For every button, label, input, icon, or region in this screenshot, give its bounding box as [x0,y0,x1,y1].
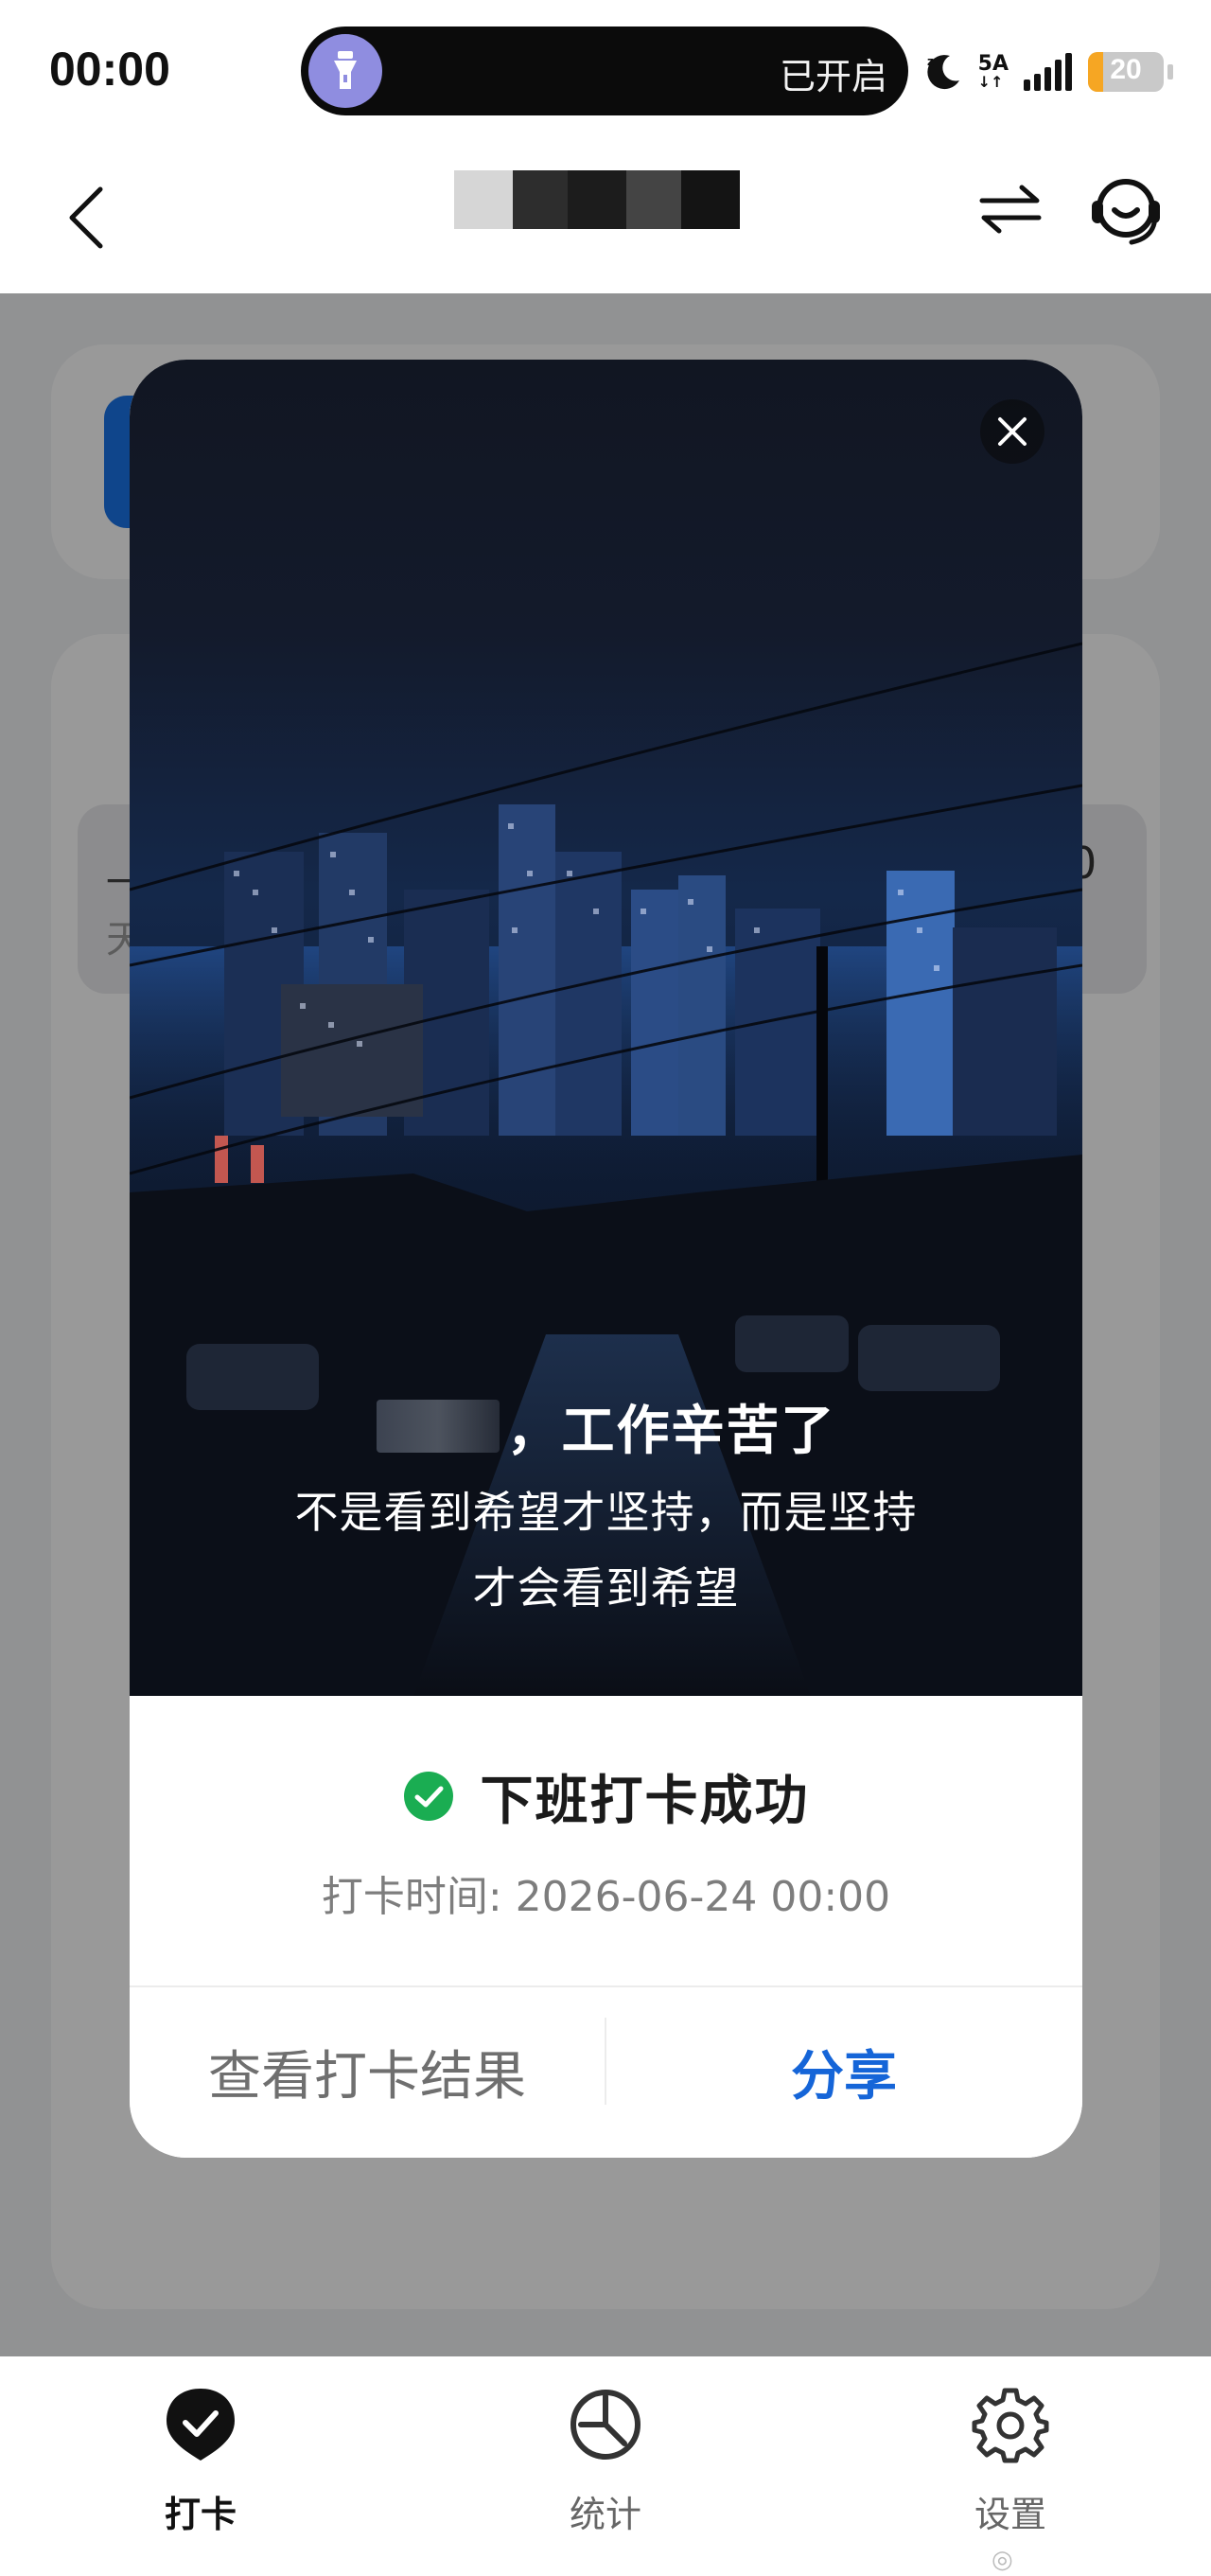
nav-label: 统计 [569,2494,641,2535]
battery-icon: 20 [1088,52,1164,92]
signal-icon [1024,53,1072,91]
nav-label: 打卡 [164,2494,237,2535]
greeting: ，工作辛苦了 [130,1384,1082,1469]
nav-label: 设置 [974,2494,1046,2535]
hero-image: ，工作辛苦了 不是看到希望才坚持，而是坚持 才会看到希望 [130,360,1082,1696]
back-icon[interactable] [55,170,121,265]
svg-text:z: z [927,55,934,68]
nav-item-settings[interactable]: 设置 [916,2385,1105,2546]
network-label: 5A [977,52,1009,76]
checkin-icon [167,2389,235,2461]
checkin-time: 打卡时间: 2026-06-24 00:00 [321,1873,891,1921]
status-bar: 00:00 已开启 z 5A ↓↑ 20 [0,0,1211,142]
greeting-text: ，工作辛苦了 [506,1400,836,1462]
app-header [0,142,1211,293]
checkin-result-panel: 下班打卡成功 打卡时间: 2026-06-24 00:00 查看打卡结果 分享 [130,1696,1082,2158]
gear-icon [972,2388,1049,2463]
close-icon [998,417,1027,446]
weibo-watermark: ◎ [992,2544,1211,2576]
motto-text: 不是看到希望才坚持，而是坚持 才会看到希望 [224,1474,988,1626]
battery-percent: 20 [1110,54,1142,85]
success-check-icon [403,1772,453,1821]
result-title-row: 下班打卡成功 [130,1758,1082,1834]
redacted-user-name [376,1400,500,1453]
close-button[interactable] [980,399,1044,464]
view-result-button[interactable]: 查看打卡结果 [130,1985,605,2158]
checkin-success-dialog: ，工作辛苦了 不是看到希望才坚持，而是坚持 才会看到希望 下班打卡成功 打卡时间… [130,360,1082,2158]
nav-item-checkin[interactable]: 打卡 [106,2385,295,2546]
watermark-logo-icon: ◎ [992,2546,1013,2574]
status-time: 00:00 [49,43,170,96]
headset-icon[interactable] [1086,168,1166,248]
motto-line: 不是看到希望才坚持，而是坚持 [294,1487,918,1538]
island-status-text: 已开启 [779,56,887,97]
nav-item-stats[interactable]: 统计 [511,2385,700,2546]
flashlight-icon [308,34,382,108]
network-type-icon: 5A ↓↑ [977,52,1009,91]
dynamic-island[interactable]: 已开启 [301,26,908,115]
stats-icon [570,2390,641,2460]
motto-line: 才会看到希望 [472,1562,740,1614]
do-not-disturb-icon: z [927,55,959,90]
swap-icon[interactable] [974,172,1046,244]
battery-tip [1167,64,1173,79]
share-button[interactable]: 分享 [606,1985,1081,2158]
status-icons: z 5A ↓↑ 20 [921,45,1173,98]
result-title: 下班打卡成功 [480,1770,810,1832]
redacted-page-title [454,170,740,229]
